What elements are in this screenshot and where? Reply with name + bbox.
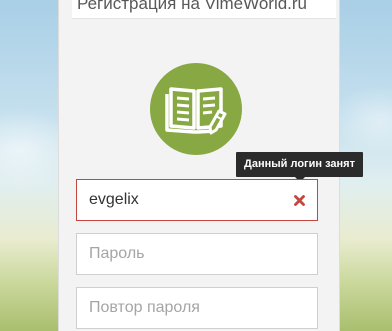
clear-login-icon[interactable] (294, 195, 305, 206)
login-input[interactable] (76, 179, 318, 221)
password-repeat-input[interactable] (76, 287, 318, 329)
password-input[interactable] (76, 233, 318, 275)
page-title: Регистрация на VimeWorld.ru (77, 0, 308, 13)
login-error-tooltip: Данный логин занят (236, 152, 363, 177)
logo (150, 63, 242, 155)
book-pencil-icon (165, 87, 227, 135)
